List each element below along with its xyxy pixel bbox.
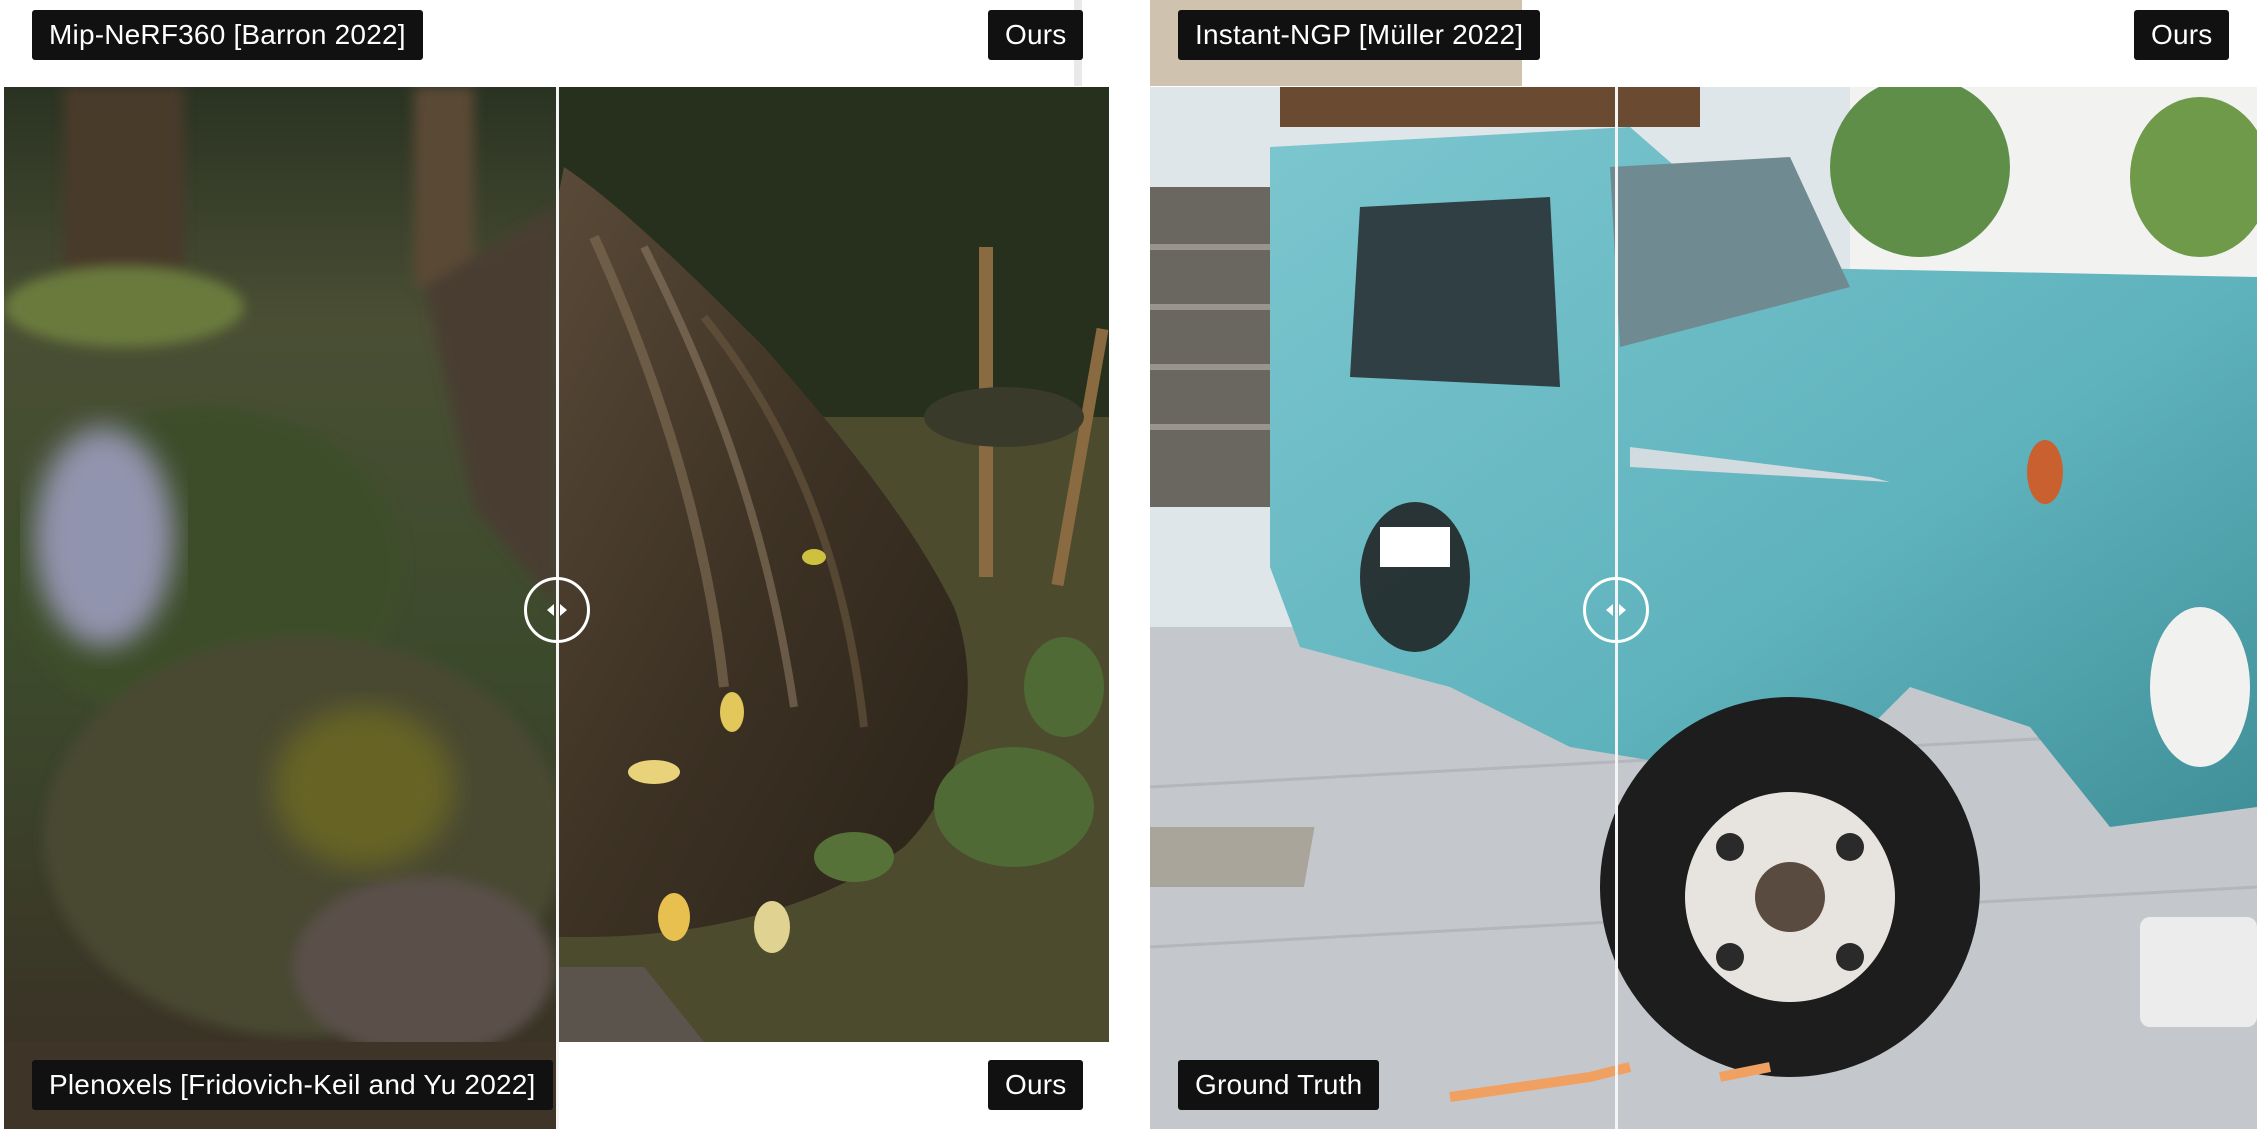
- ours-label-bottom-right: Ours: [988, 1060, 1084, 1110]
- method-label-top-left: Mip-NeRF360 [Barron 2022]: [32, 10, 423, 60]
- method-label-top-left: Instant-NGP [Müller 2022]: [1178, 10, 1541, 60]
- left-arrow-icon: [547, 604, 554, 616]
- method-label-bottom-left: Ground Truth: [1178, 1060, 1380, 1110]
- right-arrow-icon: [560, 604, 567, 616]
- left-arrow-icon: [1606, 604, 1613, 616]
- right-comparison-panel: Instant-NGP [Müller 2022] Ours Ground Tr…: [1150, 0, 2257, 1129]
- slider-handle[interactable]: [524, 577, 590, 643]
- method-label-bottom-left: Plenoxels [Fridovich-Keil and Yu 2022]: [32, 1060, 553, 1110]
- left-comparison-panel: Mip-NeRF360 [Barron 2022] Ours Plenoxels…: [0, 0, 1110, 1129]
- truck-scene-image: [1150, 87, 2257, 1129]
- right-arrow-icon: [1619, 604, 1626, 616]
- ours-label-top-right: Ours: [988, 10, 1084, 60]
- slider-handle[interactable]: [1583, 577, 1649, 643]
- ours-label-top-right: Ours: [2134, 10, 2230, 60]
